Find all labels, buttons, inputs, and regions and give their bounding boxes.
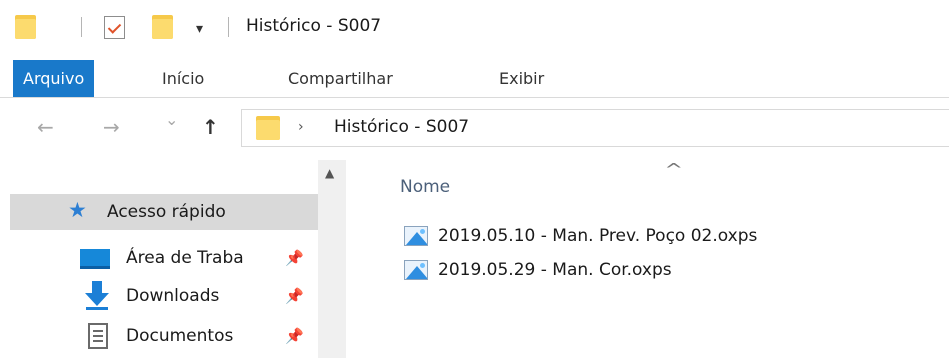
recent-locations-chevron-icon[interactable]: ⌄ <box>165 112 178 128</box>
tab-exibir[interactable]: Exibir <box>499 60 544 97</box>
tab-inicio[interactable]: Início <box>162 60 204 97</box>
window-title: Histórico - S007 <box>246 16 382 36</box>
back-arrow-icon[interactable]: ← <box>37 117 54 137</box>
column-header-nome[interactable]: Nome <box>400 177 450 197</box>
navigation-pane: ★ Acesso rápido Área de Traba 📌 Download… <box>0 160 346 358</box>
forward-arrow-icon[interactable]: → <box>103 117 120 137</box>
sidebar-item-label: Acesso rápido <box>107 202 226 222</box>
new-folder-icon[interactable] <box>152 15 173 39</box>
star-icon: ★ <box>68 198 87 222</box>
desktop-icon <box>80 249 110 269</box>
sort-ascending-icon: ^ <box>664 160 684 179</box>
breadcrumb-chevron-icon[interactable]: › <box>298 119 304 135</box>
scroll-up-arrow-icon[interactable]: ▲ <box>325 166 334 180</box>
sidebar-item-downloads[interactable]: Downloads 📌 <box>10 278 318 314</box>
customize-dropdown-icon[interactable]: ▾ <box>196 22 203 36</box>
tab-arquivo[interactable]: Arquivo <box>13 60 95 97</box>
title-bar: ▾ Histórico - S007 <box>0 0 949 60</box>
documents-icon <box>88 323 108 349</box>
toolbar-separator <box>228 17 229 37</box>
pin-icon[interactable]: 📌 <box>285 287 304 305</box>
sidebar-item-label: Downloads <box>126 286 220 306</box>
file-name: 2019.05.29 - Man. Cor.oxps <box>438 260 672 280</box>
file-row[interactable]: 2019.05.10 - Man. Prev. Poço 02.oxps <box>402 221 922 253</box>
folder-icon[interactable] <box>15 15 36 39</box>
tab-compartilhar[interactable]: Compartilhar <box>288 60 393 97</box>
downloads-icon <box>84 281 110 311</box>
sidebar-item-acesso-rapido[interactable]: ★ Acesso rápido <box>10 194 318 230</box>
breadcrumb-current-folder[interactable]: Histórico - S007 <box>334 117 469 137</box>
up-arrow-icon[interactable]: ↑ <box>202 117 219 137</box>
navigation-bar: ← → ⌄ ↑ › Histórico - S007 <box>0 98 949 160</box>
file-list-pane: ^ Nome 2019.05.10 - Man. Prev. Poço 02.o… <box>346 160 949 358</box>
toolbar-separator <box>81 17 82 37</box>
sidebar-item-documentos[interactable]: Documentos 📌 <box>10 318 318 354</box>
pin-icon[interactable]: 📌 <box>285 249 304 267</box>
xps-document-icon <box>404 260 428 280</box>
xps-document-icon <box>404 226 428 246</box>
file-row[interactable]: 2019.05.29 - Man. Cor.oxps <box>402 255 922 287</box>
folder-icon <box>256 116 280 140</box>
sidebar-item-area-de-trabalho[interactable]: Área de Traba 📌 <box>10 240 318 276</box>
pin-icon[interactable]: 📌 <box>285 327 304 345</box>
sidebar-item-label: Área de Traba <box>126 248 244 268</box>
sidebar-item-label: Documentos <box>126 326 234 346</box>
ribbon-tabs: Arquivo Início Compartilhar Exibir <box>0 60 949 98</box>
navigation-scrollbar[interactable]: ▲ <box>318 160 346 358</box>
properties-check-icon[interactable] <box>104 16 125 39</box>
file-name: 2019.05.10 - Man. Prev. Poço 02.oxps <box>438 226 758 246</box>
address-field[interactable]: › Histórico - S007 <box>241 109 949 147</box>
